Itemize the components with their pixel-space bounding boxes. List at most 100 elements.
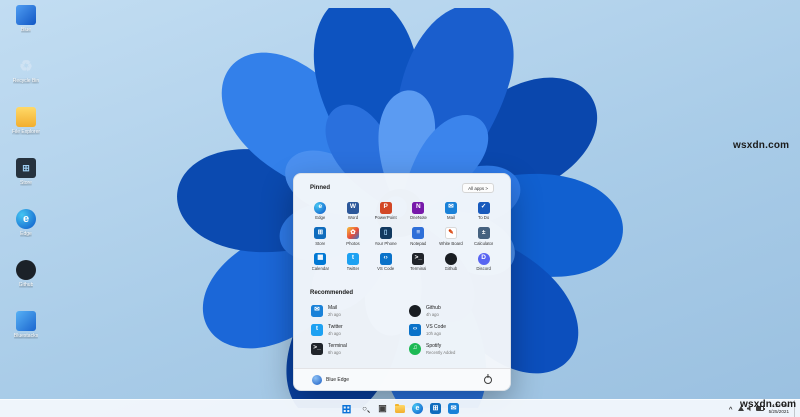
recommended-item[interactable]: ♫ Spotify Recently Added	[404, 340, 498, 358]
recommended-item-text: Terminal 6h ago	[328, 343, 347, 355]
start-menu-header: Pinned All apps >	[294, 174, 510, 197]
terminal-icon: >_	[412, 252, 425, 265]
file-explorer-icon	[16, 107, 36, 127]
recommended-list: ✉ Mail 2h ago Github 4h ago t Twitter 4h…	[294, 301, 510, 359]
pinned-app-tile[interactable]: ▦ Calendar	[304, 250, 337, 274]
github-icon	[409, 304, 421, 317]
pinned-app-label: Calendar	[311, 266, 330, 271]
file-explorer-icon[interactable]	[395, 403, 405, 413]
calculator-icon: ±	[477, 227, 490, 239]
desktop-shortcut[interactable]: e Edge	[2, 209, 50, 237]
pinned-app-tile[interactable]: ✉ Mail	[435, 199, 468, 223]
recommended-header: Recommended	[294, 274, 510, 301]
recommended-item[interactable]: ‹› VS Code 10h ago	[404, 321, 498, 339]
pinned-app-tile[interactable]: ✓ To Do	[467, 199, 500, 223]
start-menu: Pinned All apps > e Edge W Word P PowerP…	[293, 173, 511, 391]
watermark-text: wsxdn.com	[740, 399, 797, 410]
pinned-app-tile[interactable]: W Word	[337, 199, 370, 223]
pinned-app-label: Edge	[315, 215, 326, 220]
power-button[interactable]	[484, 375, 492, 384]
task-view-icon[interactable]: ▣	[377, 403, 388, 414]
desktop-shortcut[interactable]: File Explorer	[2, 107, 50, 135]
store-icon[interactable]: ⊞	[430, 403, 441, 414]
desktop-shortcut-label: File Explorer	[11, 129, 41, 135]
pinned-app-tile[interactable]: t Twitter	[337, 250, 370, 274]
github-shortcut-icon	[16, 260, 36, 280]
desktop-shortcut[interactable]: ♻ Recycle Bin	[2, 56, 50, 85]
recommended-item-text: Spotify Recently Added	[426, 343, 455, 355]
pinned-app-tile[interactable]: ✎ White Board	[435, 225, 468, 249]
recommended-item-title: Spotify	[426, 342, 442, 349]
todo-icon: ✓	[477, 201, 490, 214]
recommended-item[interactable]: >_ Terminal 6h ago	[306, 340, 400, 358]
recommended-section-title: Recommended	[310, 289, 354, 296]
edge-icon[interactable]: e	[412, 403, 423, 414]
vscode-icon: ‹›	[409, 323, 421, 336]
recycle-bin-icon: ♻	[19, 57, 33, 75]
desktop-shortcut-label: Github	[18, 282, 34, 288]
recommended-item[interactable]: t Twitter 4h ago	[306, 321, 400, 339]
recommended-item-subtitle: 6h ago	[328, 349, 341, 355]
store-shortcut-icon: ⊞	[16, 158, 36, 178]
pinned-app-tile[interactable]: ± Calculator	[467, 225, 500, 249]
store-icon: ⊞	[314, 227, 327, 239]
pinned-app-label: Twitter	[346, 266, 360, 271]
user-account-button[interactable]: Blue Edge	[312, 374, 349, 385]
desktop: wsxdn.com wsxdn.com Blue ♻ Recycle Bin F…	[0, 0, 800, 417]
recommended-item[interactable]: ✉ Mail 2h ago	[306, 302, 400, 320]
desktop-shortcut[interactable]: Bluestacks	[2, 311, 50, 339]
powerpoint-icon: P	[379, 201, 392, 214]
pinned-app-tile[interactable]: >_ Terminal	[402, 250, 435, 274]
user-avatar	[312, 374, 322, 385]
watermark-text: wsxdn.com	[733, 140, 790, 151]
pinned-section-title: Pinned	[310, 185, 331, 191]
recommended-item[interactable]: Github 4h ago	[404, 302, 498, 320]
word-icon: W	[346, 201, 359, 214]
pinned-app-tile[interactable]: ▯ Your Phone	[369, 225, 402, 249]
recommended-item-subtitle: Recently Added	[426, 349, 456, 355]
pinned-app-tile[interactable]: e Edge	[304, 199, 337, 223]
recommended-item-title: Twitter	[328, 323, 343, 330]
pinned-app-label: Discord	[476, 266, 491, 271]
all-apps-button[interactable]: All apps >	[462, 183, 494, 193]
recommended-item-text: Twitter 4h ago	[328, 324, 343, 336]
recommended-item-text: Github 4h ago	[426, 305, 441, 317]
pinned-app-tile[interactable]: ≡ Notepad	[402, 225, 435, 249]
pinned-apps-grid: e Edge W Word P PowerPoint N OneNote ✉ M…	[294, 197, 510, 274]
recommended-item-subtitle: 4h ago	[426, 311, 439, 317]
hidden-icons-chevron[interactable]: ^	[729, 406, 733, 413]
edge-icon: e	[314, 201, 327, 214]
pinned-app-tile[interactable]: ✿ Photos	[337, 225, 370, 249]
recommended-item-title: Terminal	[328, 342, 347, 349]
desktop-shortcut-label: Blue	[20, 27, 31, 33]
pinned-app-tile[interactable]: P PowerPoint	[369, 199, 402, 223]
desktop-shortcut[interactable]: ⊞ Store	[2, 158, 50, 186]
twitter-icon: t	[346, 252, 359, 265]
mail-icon: ✉	[444, 201, 457, 214]
edge-shortcut-icon: e	[16, 209, 36, 229]
blue-shortcut-icon	[16, 5, 36, 25]
pinned-app-tile[interactable]: N OneNote	[402, 199, 435, 223]
desktop-shortcut-label: Edge	[20, 231, 32, 237]
taskbar: ⊞ ○ ▣ e ⊞ ✉ ^ 4:22 PM 5/25/2021	[0, 399, 800, 417]
search-icon[interactable]: ○	[359, 403, 370, 414]
mail-icon[interactable]: ✉	[448, 403, 459, 414]
pinned-app-tile[interactable]: Github	[435, 250, 468, 274]
pinned-app-tile[interactable]: D Discord	[467, 250, 500, 274]
whiteboard-icon: ✎	[444, 227, 457, 239]
desktop-shortcut[interactable]: Github	[2, 260, 50, 288]
pinned-app-label: To Do	[478, 215, 490, 220]
start-menu-footer: Blue Edge	[294, 368, 510, 390]
discord-icon: D	[477, 252, 490, 265]
start-button[interactable]: ⊞	[341, 403, 352, 415]
desktop-shortcut-label: Store	[20, 180, 32, 186]
pinned-app-tile[interactable]: ⊞ Store	[304, 225, 337, 249]
desktop-shortcut[interactable]: Blue	[2, 5, 50, 33]
pinned-app-label: Your Phone	[374, 240, 397, 246]
pinned-app-label: Calculator	[473, 240, 494, 246]
your-phone-icon: ▯	[379, 227, 392, 239]
pinned-app-label: Github	[444, 266, 458, 271]
pinned-app-tile[interactable]: ‹› VS Code	[369, 250, 402, 274]
bluestacks-shortcut-icon	[16, 311, 36, 331]
photos-icon: ✿	[346, 227, 359, 239]
